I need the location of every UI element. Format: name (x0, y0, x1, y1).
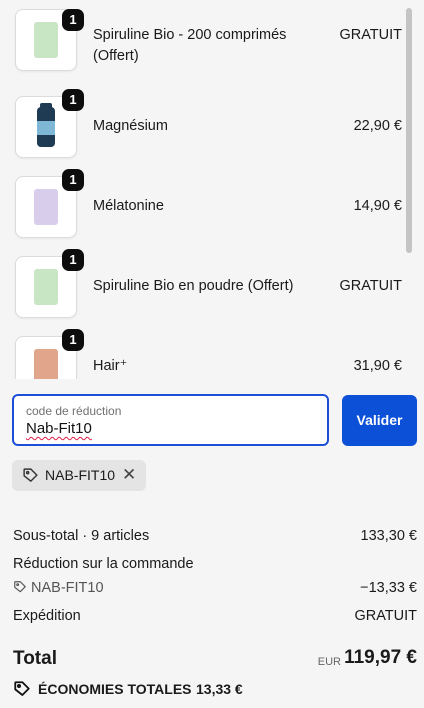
discount-code-input[interactable]: Nab-Fit10 (26, 420, 92, 437)
shipping-value: GRATUIT (354, 608, 417, 624)
total-value: 119,97 € (344, 647, 417, 668)
product-price: GRATUIT (339, 278, 402, 294)
applied-discount-tag: NAB-FIT10 ✕ (12, 460, 146, 491)
scrollbar-thumb[interactable] (406, 8, 412, 253)
total-label: Total (13, 648, 57, 669)
order-discount-value: −13,33 € (360, 580, 417, 596)
quantity-badge: 1 (62, 89, 84, 111)
quantity-badge: 1 (62, 9, 84, 31)
cart-item: 1 Mélatonine 14,90 € (0, 160, 404, 240)
order-discount-label: Réduction sur la commande (13, 556, 194, 572)
discount-code-label: code de réduction (26, 404, 122, 418)
hair-package-image (34, 349, 58, 379)
product-price: GRATUIT (339, 27, 402, 43)
cart-item: 1 Magnésium 22,90 € (0, 80, 404, 160)
apply-discount-button[interactable]: Valider (342, 395, 417, 446)
spirulina-package-image (34, 22, 58, 58)
order-discount-code-row: NAB-FIT10 (13, 580, 104, 596)
product-name: Hair⁺ (93, 358, 128, 374)
product-name: Spiruline Bio en poudre (Offert) (93, 278, 294, 294)
cart-items-list[interactable]: 1 Spiruline Bio - 200 comprimés (Offert)… (0, 0, 404, 379)
tag-icon (13, 580, 31, 596)
quantity-badge: 1 (62, 249, 84, 271)
shipping-label: Expédition (13, 608, 81, 624)
melatonin-package-image (34, 189, 58, 225)
tag-icon (22, 467, 39, 489)
remove-discount-close-icon[interactable]: ✕ (122, 465, 136, 485)
product-price: 14,90 € (353, 198, 402, 214)
savings-tag-icon (13, 680, 31, 703)
magnesium-bottle-image (37, 103, 55, 147)
cart-item: 1 Spiruline Bio - 200 comprimés (Offert)… (0, 0, 404, 80)
order-discount-code: NAB-FIT10 (31, 580, 104, 596)
cart-item: 1 Hair⁺ 31,90 € (0, 320, 404, 379)
product-name: Mélatonine (93, 198, 164, 214)
subtotal-label: Sous-total · 9 articles (13, 528, 150, 544)
applied-discount-code: NAB-FIT10 (45, 467, 116, 483)
subtotal-value: 133,30 € (360, 528, 417, 544)
product-name: Magnésium (93, 118, 168, 134)
savings-label: ÉCONOMIES TOTALES (38, 681, 192, 697)
spirulina-powder-package-image (34, 269, 58, 305)
quantity-badge: 1 (62, 329, 84, 351)
product-name: Spiruline Bio - 200 comprimés (Offert) (93, 27, 287, 64)
quantity-badge: 1 (62, 169, 84, 191)
savings-value: 13,33 € (196, 681, 243, 697)
product-price: 31,90 € (353, 358, 402, 374)
product-price: 22,90 € (353, 118, 402, 134)
currency-code: EUR (317, 656, 341, 668)
cart-item: 1 Spiruline Bio en poudre (Offert) GRATU… (0, 240, 404, 320)
discount-code-field[interactable]: code de réduction Nab-Fit10 (12, 394, 329, 446)
